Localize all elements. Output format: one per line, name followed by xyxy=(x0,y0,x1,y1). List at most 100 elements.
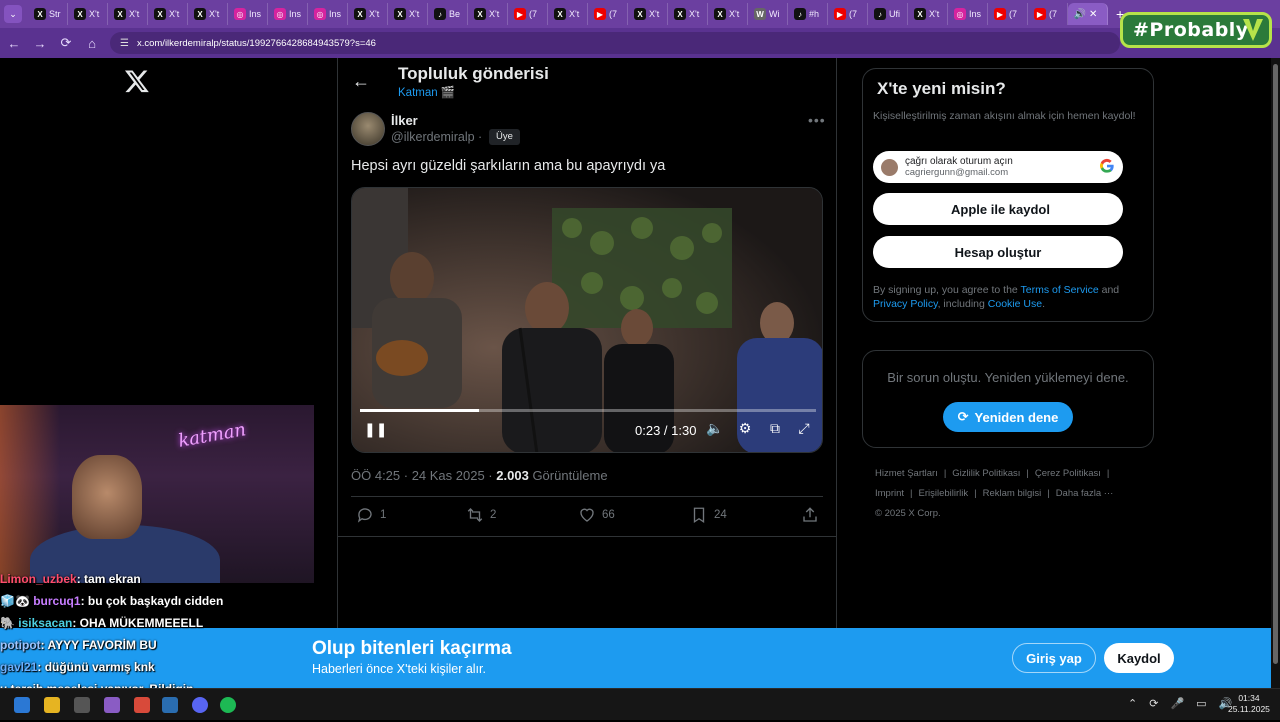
terms-including: , including xyxy=(937,298,985,310)
instagram-icon: ◎ xyxy=(954,8,966,20)
login-button[interactable]: Giriş yap xyxy=(1012,643,1096,673)
display-icon[interactable]: ▭ xyxy=(1196,697,1206,710)
back-arrow-icon[interactable]: ← xyxy=(352,72,370,90)
scrollbar-thumb[interactable] xyxy=(1273,64,1278,664)
tab-label: X't xyxy=(929,9,940,19)
browser-tab[interactable]: ♪ #h xyxy=(788,3,828,25)
tweet-timestamp[interactable]: ÖÖ 4:25 · 24 Kas 2025 · xyxy=(351,468,493,483)
like-button[interactable]: 66 xyxy=(578,506,615,524)
browser-tab[interactable]: X X't xyxy=(148,3,188,25)
fullscreen-icon[interactable]: ⤢ xyxy=(795,420,813,438)
browser-tab[interactable]: X X't xyxy=(348,3,388,25)
footer-link[interactable]: Gizlilik Politikası xyxy=(952,468,1020,479)
bookmark-button[interactable]: 24 xyxy=(690,506,727,524)
footer-link[interactable]: Hizmet Şartları xyxy=(875,468,938,479)
page-scrollbar[interactable] xyxy=(1271,58,1280,688)
video-controls: ❚❚ 0:23 / 1:30 🔈 ⚙ ⧉ ⤢ xyxy=(352,418,822,444)
tab-label: X't xyxy=(369,9,380,19)
browser-tab[interactable]: ▶ (7 xyxy=(828,3,868,25)
signup-button[interactable]: Kaydol xyxy=(1104,643,1174,673)
app-icon[interactable] xyxy=(74,697,90,713)
file-explorer-icon[interactable] xyxy=(44,697,60,713)
browser-tab[interactable]: ▶ (7 xyxy=(508,3,548,25)
home-icon[interactable]: ⌂ xyxy=(80,31,104,55)
browser-tab[interactable]: ▶ (7 xyxy=(588,3,628,25)
sync-icon[interactable]: ⟳ xyxy=(1149,697,1158,710)
browser-tab[interactable]: ♪ Ufi xyxy=(868,3,908,25)
privacy-link[interactable]: Privacy Policy xyxy=(873,298,938,310)
create-account-button[interactable]: Hesap oluştur xyxy=(873,236,1123,268)
chevron-up-icon[interactable]: ⌃ xyxy=(1128,697,1137,710)
cookie-link[interactable]: Cookie Use xyxy=(988,298,1042,310)
forward-icon[interactable]: → xyxy=(28,31,52,55)
terms-text: By signing up, you agree to the Terms of… xyxy=(873,284,1120,310)
pip-icon[interactable]: ⧉ xyxy=(766,420,784,438)
instagram-icon: ◎ xyxy=(274,8,286,20)
author-handle[interactable]: @ilkerdemiralp · xyxy=(391,130,482,144)
windows-start-icon[interactable] xyxy=(14,697,30,713)
browser-tab[interactable]: X X't xyxy=(388,3,428,25)
video-player[interactable]: ❚❚ 0:23 / 1:30 🔈 ⚙ ⧉ ⤢ xyxy=(351,187,823,453)
browser-tab[interactable]: ◎ Ins xyxy=(308,3,348,25)
site-info-icon[interactable]: ☰ xyxy=(120,38,129,49)
browser-tab[interactable]: X X't xyxy=(548,3,588,25)
author-avatar[interactable] xyxy=(351,112,385,146)
chat-text: : tam ekran xyxy=(76,572,141,586)
x-icon: X xyxy=(634,8,646,20)
pause-icon[interactable]: ❚❚ xyxy=(364,421,387,438)
share-button[interactable] xyxy=(801,506,819,524)
browser-tab[interactable]: ◎ Ins xyxy=(228,3,268,25)
browser-tab[interactable]: X X't xyxy=(188,3,228,25)
browser-tab[interactable]: ◎ Ins xyxy=(268,3,308,25)
close-tab-icon[interactable]: ✕ xyxy=(1089,9,1097,20)
browser-tab[interactable]: X X't xyxy=(708,3,748,25)
apple-signup-button[interactable]: Apple ile kaydol xyxy=(873,193,1123,225)
browser-icon[interactable] xyxy=(104,697,120,713)
terms-link[interactable]: Terms of Service xyxy=(1021,284,1099,296)
footer-link[interactable]: Çerez Politikası xyxy=(1035,468,1101,479)
retry-button[interactable]: ⟳ Yeniden dene xyxy=(943,402,1073,432)
browser-tab[interactable]: ♪ Be xyxy=(428,3,468,25)
browser-tab[interactable]: X X't xyxy=(68,3,108,25)
x-icon: X xyxy=(554,8,566,20)
tab-label: X't xyxy=(169,9,180,19)
chat-text: : düğünü varmış knk xyxy=(37,660,155,674)
chat-message: gavl21: düğünü varmış knk xyxy=(0,660,155,678)
browser-tab[interactable]: W Wi xyxy=(748,3,788,25)
footer-link[interactable]: Reklam bilgisi xyxy=(983,488,1042,499)
browser-tab[interactable]: X X't xyxy=(108,3,148,25)
author-name[interactable]: İlker xyxy=(391,113,418,128)
app-icon[interactable] xyxy=(134,697,150,713)
back-icon[interactable]: ← xyxy=(2,31,26,55)
discord-icon[interactable] xyxy=(192,697,208,713)
community-link[interactable]: Katman 🎬 xyxy=(398,85,455,99)
footer-links: Hizmet Şartları | Gizlilik Politikası | Çere… xyxy=(875,464,1155,524)
x-logo-icon[interactable] xyxy=(124,68,150,94)
browser-tab[interactable]: ▶ (7 xyxy=(988,3,1028,25)
steam-icon[interactable] xyxy=(162,697,178,713)
footer-link[interactable]: Imprint xyxy=(875,488,904,499)
spotify-icon[interactable] xyxy=(220,697,236,713)
browser-tab[interactable]: X X't xyxy=(668,3,708,25)
url-field[interactable]: ☰ x.com/ilkerdemiralp/status/19927664286… xyxy=(110,32,1120,54)
system-clock[interactable]: 01:34 25.11.2025 xyxy=(1228,693,1270,715)
settings-gear-icon[interactable]: ⚙ xyxy=(736,420,754,438)
video-progress-track[interactable] xyxy=(360,409,816,412)
footer-link[interactable]: Daha fazla ··· xyxy=(1056,488,1114,499)
microphone-icon[interactable]: 🎤 xyxy=(1170,697,1184,710)
browser-tab[interactable]: X X't xyxy=(908,3,948,25)
tab-active[interactable]: 🔊 ✕ xyxy=(1068,3,1108,25)
browser-tab[interactable]: X X't xyxy=(628,3,668,25)
browser-tab[interactable]: X X't xyxy=(468,3,508,25)
volume-icon[interactable]: 🔈 xyxy=(706,420,724,438)
reply-button[interactable]: 1 xyxy=(356,506,386,524)
browser-tab[interactable]: X Str xyxy=(28,3,68,25)
reload-icon[interactable]: ⟳ xyxy=(54,31,78,55)
repost-button[interactable]: 2 xyxy=(466,506,496,524)
more-options-icon[interactable]: ••• xyxy=(808,112,826,128)
tab-search-icon[interactable]: ⌄ xyxy=(4,5,22,23)
browser-tab[interactable]: ▶ (7 xyxy=(1028,3,1068,25)
browser-tab[interactable]: ◎ Ins xyxy=(948,3,988,25)
footer-link[interactable]: Erişilebilirlik xyxy=(919,488,969,499)
google-signin-button[interactable]: çağrı olarak oturum açın cagriergunn@gma… xyxy=(873,151,1123,183)
